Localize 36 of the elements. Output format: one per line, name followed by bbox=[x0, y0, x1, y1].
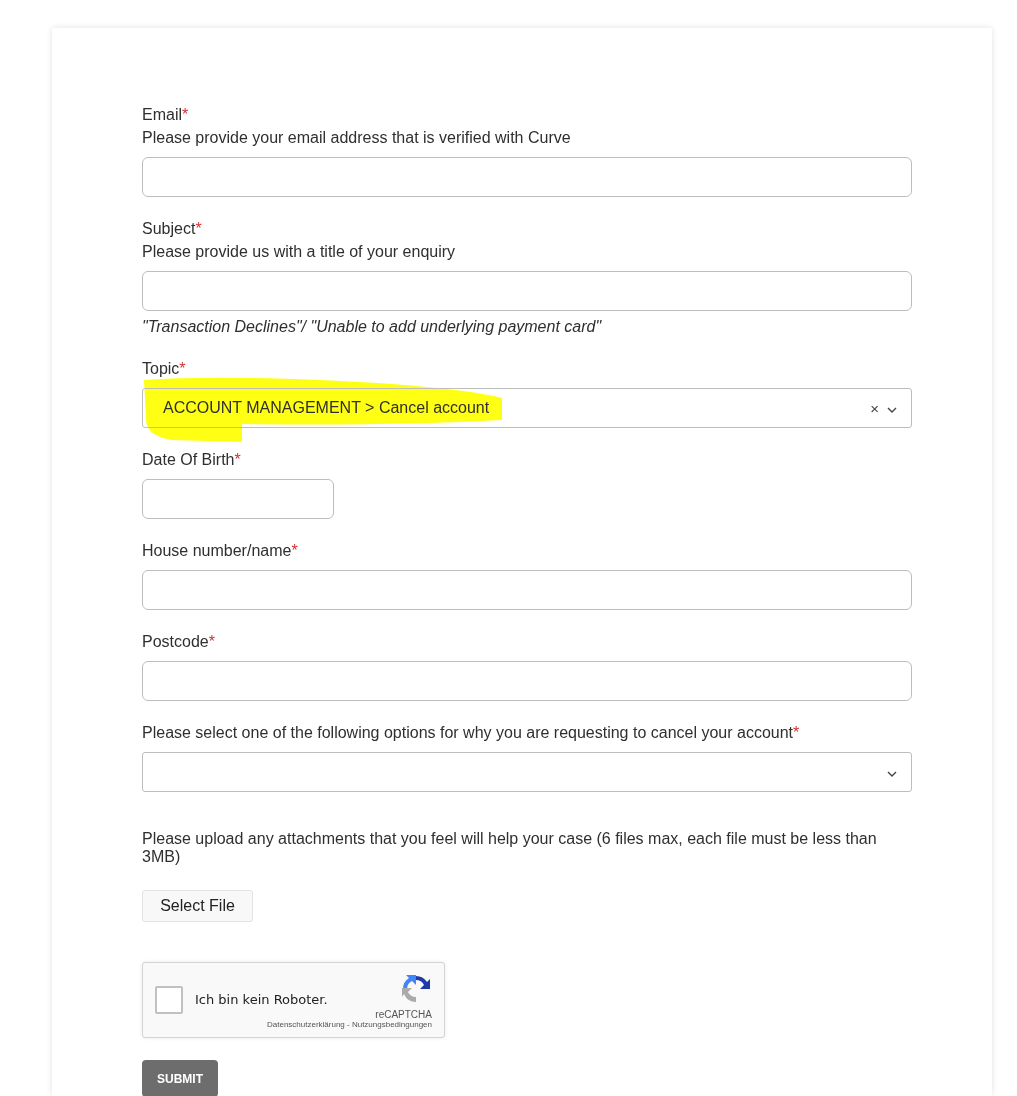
input-field[interactable] bbox=[142, 661, 912, 701]
select-field[interactable] bbox=[142, 752, 912, 792]
required-mark: * bbox=[195, 220, 202, 237]
input-field[interactable] bbox=[142, 271, 912, 311]
field-label: House number/name* bbox=[142, 541, 299, 561]
field-label: Email* bbox=[142, 105, 190, 125]
select-file-button[interactable]: Select File bbox=[142, 890, 253, 922]
link-separator: - bbox=[346, 1020, 351, 1029]
field-label: Date Of Birth* bbox=[142, 450, 242, 470]
required-mark: * bbox=[208, 633, 215, 650]
required-mark: * bbox=[179, 360, 186, 377]
required-mark: * bbox=[182, 106, 189, 123]
clear-icon[interactable]: × bbox=[870, 400, 879, 416]
field-label: Please select one of the following options for why you are requesting to cancel your account* bbox=[142, 723, 801, 743]
upload-instructions: Please upload any attachments that you feel will help your case (6 files max, each file must be less than 3MB) bbox=[142, 830, 878, 866]
recaptcha-logo-icon bbox=[400, 973, 432, 1005]
input-field[interactable] bbox=[142, 570, 912, 610]
select-field[interactable]: ACCOUNT MANAGEMENT > Cancel account × bbox=[142, 388, 912, 428]
field-label: Topic* bbox=[142, 359, 187, 379]
captcha-checkbox[interactable] bbox=[155, 986, 183, 1014]
hint-text: "Transaction Declines"/ "Unable to add underlying payment card" bbox=[142, 317, 603, 337]
field-label: Subject* bbox=[142, 219, 203, 239]
input-field[interactable] bbox=[142, 157, 912, 197]
submit-button[interactable]: SUBMIT bbox=[142, 1060, 218, 1096]
input-field[interactable] bbox=[142, 479, 334, 519]
required-mark: * bbox=[234, 451, 241, 468]
captcha-brand: reCAPTCHA bbox=[375, 1008, 432, 1022]
required-mark: * bbox=[793, 724, 800, 741]
help-text: Please provide your email address that is verified with Curve bbox=[142, 128, 572, 148]
help-text: Please provide us with a title of your enquiry bbox=[142, 242, 457, 262]
select-value: ACCOUNT MANAGEMENT > Cancel account bbox=[163, 398, 491, 418]
captcha-label: Ich bin kein Roboter. bbox=[195, 991, 328, 1010]
required-mark: * bbox=[291, 542, 298, 559]
captcha-link[interactable]: Datenschutzerklärung bbox=[267, 1020, 345, 1029]
field-label: Postcode* bbox=[142, 632, 216, 652]
captcha-link[interactable]: Nutzungsbedingungen bbox=[351, 1020, 432, 1029]
